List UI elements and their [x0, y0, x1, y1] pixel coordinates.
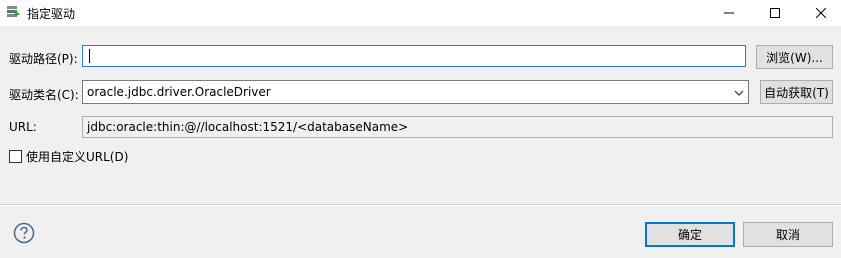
ok-button[interactable]: 确定	[645, 222, 735, 247]
driver-path-label: 驱动路径(P):	[9, 52, 78, 66]
url-field: jdbc:oracle:thin:@//localhost:1521/<data…	[82, 116, 833, 138]
minimize-button[interactable]	[706, 0, 752, 26]
auto-fetch-button[interactable]: 自动获取(T)	[760, 80, 833, 104]
driver-class-value: oracle.jdbc.driver.OracleDriver	[87, 85, 271, 99]
maximize-button[interactable]	[752, 0, 798, 26]
text-caret	[89, 49, 90, 63]
browse-button[interactable]: 浏览(W)...	[756, 45, 833, 69]
custom-url-option[interactable]: 使用自定义URL(D)	[9, 148, 128, 165]
footer-divider	[0, 204, 841, 206]
url-value: jdbc:oracle:thin:@//localhost:1521/<data…	[87, 120, 409, 134]
driver-app-icon	[6, 5, 20, 19]
driver-class-select[interactable]: oracle.jdbc.driver.OracleDriver	[82, 80, 749, 104]
custom-url-label: 使用自定义URL(D)	[26, 150, 129, 164]
driver-class-label: 驱动类名(C):	[9, 88, 79, 102]
url-label: URL:	[9, 120, 37, 134]
window-title: 指定驱动	[27, 7, 76, 21]
title-bar: 指定驱动	[0, 0, 841, 26]
close-button[interactable]	[798, 0, 841, 26]
driver-path-input[interactable]	[82, 45, 746, 67]
cancel-button[interactable]: 取消	[743, 222, 833, 247]
chevron-down-icon[interactable]	[734, 87, 744, 101]
help-icon[interactable]	[13, 222, 35, 247]
custom-url-checkbox[interactable]	[9, 150, 22, 163]
